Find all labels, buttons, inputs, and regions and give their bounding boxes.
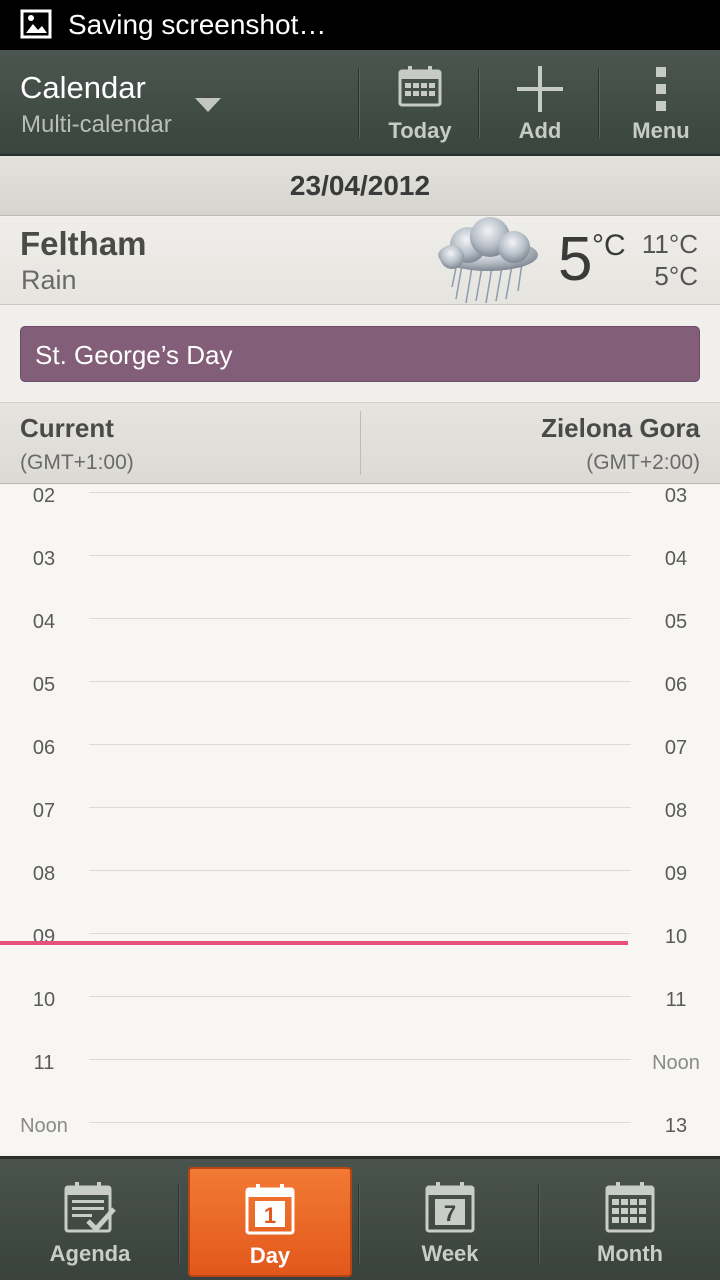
tab-agenda-label: Agenda [49,1241,131,1266]
add-button[interactable]: Add [482,50,598,156]
event-st-georges-day[interactable]: St. George’s Day [20,326,700,382]
calendar-today-icon [398,66,442,107]
hour-label-right: Noon [652,1052,700,1074]
timezone-secondary-offset: (GMT+2:00) [586,451,700,474]
view-tab-bar: Agenda 1 Day 7 Week Month [0,1156,720,1280]
hour-gridline [89,492,631,493]
day-timeline[interactable]: 02 03 04 05 06 07 08 09 10 11 Noon 03 04… [0,485,720,1155]
weather-condition: Rain [21,265,77,295]
hour-gridline [89,807,631,808]
tab-agenda[interactable]: Agenda [0,1167,180,1277]
status-notification: Saving screenshot… [68,9,327,40]
action-divider [478,68,480,138]
tab-divider [178,1183,180,1263]
hour-gridline [89,1059,631,1060]
today-label: Today [388,118,452,143]
month-icon [605,1182,655,1233]
hour-gridline [89,1122,631,1123]
hour-label-right: 09 [664,863,688,885]
hour-label-left: 09 [32,926,56,948]
weather-temperature: 5 [558,225,593,294]
status-bar: Saving screenshot… [0,0,720,50]
calendar-subtitle: Multi-calendar [21,111,172,138]
hour-gridline [89,870,631,871]
hour-gridline [89,744,631,745]
action-divider [598,68,600,138]
overflow-menu-icon [656,67,666,111]
hour-label-right: 07 [664,737,688,759]
tab-month-label: Month [597,1241,663,1266]
add-label: Add [518,118,562,143]
tab-month[interactable]: Month [540,1167,720,1277]
hour-label-right: 04 [664,548,688,570]
tab-day[interactable]: 1 Day [188,1167,352,1277]
agenda-icon [64,1182,116,1233]
timezone-header: Current (GMT+1:00) Zielona Gora (GMT+2:0… [0,403,720,484]
current-date: 23/04/2012 [289,170,431,201]
weather-unit: °C [592,229,626,262]
hour-label-left: 02 [32,485,56,507]
hour-label-left: 08 [32,863,56,885]
hour-gridline [89,618,631,619]
hour-gridline [89,681,631,682]
plus-icon [517,66,563,112]
today-button[interactable]: Today [362,50,478,156]
menu-label: Menu [632,118,690,143]
action-divider [358,68,360,138]
hour-label-right: 10 [664,926,688,948]
app-title: Calendar [20,70,146,105]
hour-label-right: 05 [664,611,688,633]
svg-text:7: 7 [444,1201,456,1226]
tab-week[interactable]: 7 Week [360,1167,540,1277]
image-icon [20,9,52,39]
hour-label-left: 05 [32,674,56,696]
dropdown-arrow-icon [195,98,221,112]
hour-label-left: 06 [32,737,56,759]
hour-label-right: 13 [664,1115,688,1137]
hour-label-right: 11 [665,989,687,1011]
hour-label-left: 07 [32,800,56,822]
hour-gridline [89,996,631,997]
week-icon: 7 [425,1182,475,1233]
hour-label-left: 11 [33,1052,55,1074]
timezone-divider [360,411,361,475]
weather-low: 5°C [654,261,698,291]
tab-week-label: Week [421,1241,479,1266]
hour-gridline [89,555,631,556]
all-day-events: St. George’s Day [0,306,720,403]
tab-day-label: Day [249,1243,291,1268]
hour-label-right: 06 [664,674,688,696]
date-header: 23/04/2012 [0,156,720,216]
hour-label-left: Noon [20,1115,68,1137]
day-icon: 1 [245,1184,295,1235]
timezone-current-name: Current [20,413,114,443]
weather-city: Feltham [20,225,147,262]
weather-high: 11°C [641,229,698,259]
event-title: St. George’s Day [35,340,233,370]
timezone-current-offset: (GMT+1:00) [20,451,134,474]
weather-panel[interactable]: Feltham Rain 5 °C 11°C 5°C [0,217,720,305]
current-time-indicator [0,941,628,945]
hour-label-right: 08 [664,800,688,822]
rain-cloud-icon [438,217,538,304]
hour-gridline [89,933,631,934]
timezone-secondary-name: Zielona Gora [541,413,700,443]
hour-label-left: 10 [32,989,56,1011]
hour-label-left: 03 [32,548,56,570]
calendar-selector[interactable]: Calendar Multi-calendar [0,50,300,156]
action-bar: Calendar Multi-calendar Today Add Menu [0,50,720,156]
menu-button[interactable]: Menu [602,50,720,156]
hour-label-left: 04 [32,611,56,633]
hour-label-right: 03 [664,485,688,507]
svg-text:1: 1 [264,1203,276,1228]
